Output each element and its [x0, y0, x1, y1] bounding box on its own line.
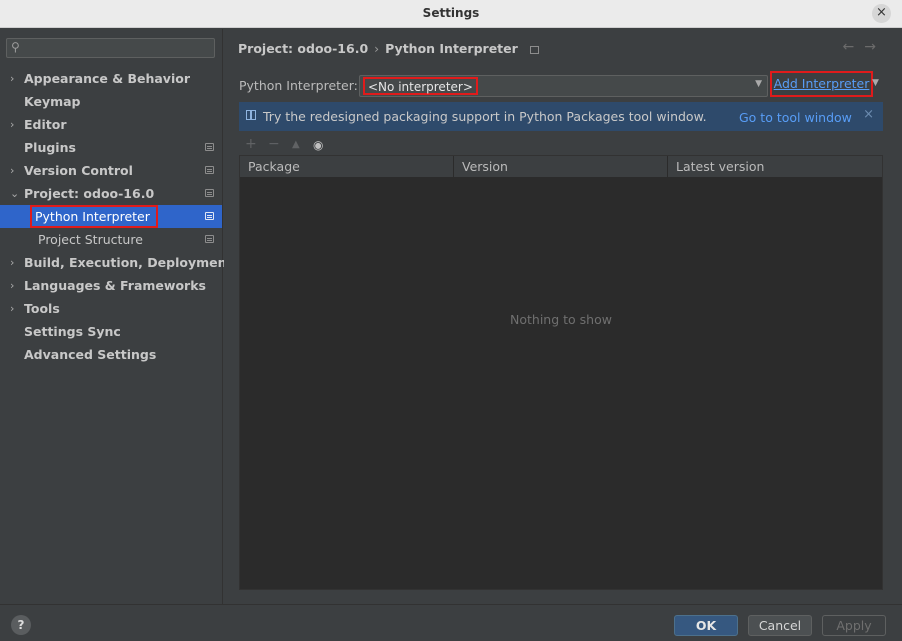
go-to-tool-window-link[interactable]: Go to tool window — [739, 110, 852, 125]
interpreter-label: Python Interpreter: — [239, 78, 358, 93]
chevron-down-icon[interactable]: ⌄ — [10, 182, 19, 205]
chevron-right-icon[interactable]: › — [10, 251, 14, 274]
project-level-settings-icon — [205, 212, 214, 220]
content-panel: Project: odoo-16.0 › Python Interpreter ←→… — [224, 29, 902, 604]
sidebar-item-keymap[interactable]: Keymap — [0, 90, 222, 113]
sidebar-item-editor[interactable]: › Editor — [0, 113, 222, 136]
sidebar-item-label: Version Control — [24, 163, 133, 178]
settings-sidebar: ⚲ › Appearance & Behavior Keymap › Editor Plu… — [0, 29, 232, 604]
sidebar-item-label: Keymap — [24, 94, 81, 109]
ok-button[interactable]: OK — [674, 615, 738, 636]
project-level-settings-icon — [205, 143, 214, 151]
gift-icon — [246, 110, 256, 120]
sidebar-item-version-control[interactable]: › Version Control — [0, 159, 222, 182]
column-latest-version[interactable]: Latest version — [668, 156, 882, 178]
settings-search[interactable]: ⚲ — [6, 38, 215, 58]
breadcrumb-separator: › — [374, 41, 380, 56]
sidebar-item-appearance-behavior[interactable]: › Appearance & Behavior — [0, 67, 222, 90]
sidebar-item-label: Project Structure — [38, 232, 143, 247]
sidebar-item-label: Python Interpreter — [30, 205, 158, 228]
add-interpreter-link[interactable]: Add Interpreter — [770, 71, 873, 97]
breadcrumb-page: Python Interpreter — [385, 41, 518, 56]
sidebar-item-plugins[interactable]: Plugins — [0, 136, 222, 159]
sidebar-item-label: Project: odoo-16.0 — [24, 186, 155, 201]
dialog-footer: ? OK Cancel Apply — [0, 604, 902, 641]
banner-close-icon[interactable]: × — [863, 107, 874, 122]
project-level-settings-icon — [205, 166, 214, 174]
cancel-button[interactable]: Cancel — [748, 615, 812, 636]
help-button[interactable]: ? — [11, 615, 31, 635]
sidebar-item-label: Advanced Settings — [24, 347, 157, 362]
nav-arrows: ←→ — [843, 39, 886, 55]
upgrade-package-icon[interactable]: ▲ — [292, 139, 300, 150]
interpreter-value: <No interpreter> — [363, 77, 478, 95]
chevron-right-icon[interactable]: › — [10, 67, 14, 90]
breadcrumb-project[interactable]: Project: odoo-16.0 — [238, 41, 368, 56]
empty-state-text: Nothing to show — [510, 312, 612, 327]
sidebar-item-label: Tools — [24, 301, 60, 316]
sidebar-item-project-structure[interactable]: Project Structure — [0, 228, 222, 251]
window-title: Settings — [422, 6, 480, 20]
project-settings-icon — [529, 46, 539, 54]
forward-arrow-icon[interactable]: → — [864, 39, 886, 55]
title-bar: Settings × — [0, 0, 902, 28]
banner-text: Try the redesigned packaging support in … — [263, 109, 707, 124]
sidebar-item-build-execution-deployment[interactable]: › Build, Execution, Deployment — [0, 251, 232, 274]
packaging-banner: Try the redesigned packaging support in … — [239, 102, 883, 131]
column-package[interactable]: Package — [240, 156, 454, 178]
chevron-right-icon[interactable]: › — [10, 113, 14, 136]
sidebar-item-settings-sync[interactable]: Settings Sync — [0, 320, 222, 343]
sidebar-item-project-odoo-16-0[interactable]: ⌄ Project: odoo-16.0 — [0, 182, 222, 205]
add-package-icon[interactable]: + — [245, 136, 257, 152]
sidebar-item-languages-frameworks[interactable]: › Languages & Frameworks — [0, 274, 222, 297]
add-interpreter-chevron-icon[interactable]: ▼ — [872, 78, 879, 88]
back-arrow-icon[interactable]: ← — [843, 39, 865, 55]
packages-table: Package Version Latest version Nothing t… — [239, 155, 883, 590]
close-icon[interactable]: × — [872, 4, 891, 23]
sidebar-item-label: Editor — [24, 117, 67, 132]
sidebar-item-python-interpreter[interactable]: Python Interpreter — [0, 205, 222, 228]
remove-package-icon[interactable]: − — [268, 136, 280, 152]
apply-button[interactable]: Apply — [822, 615, 886, 636]
sidebar-item-label: Languages & Frameworks — [24, 278, 206, 293]
search-icon: ⚲ — [11, 40, 20, 54]
sidebar-item-label: Settings Sync — [24, 324, 121, 339]
project-level-settings-icon — [205, 235, 214, 243]
interpreter-dropdown[interactable]: <No interpreter> ▼ — [359, 75, 768, 97]
search-input[interactable] — [29, 40, 209, 56]
chevron-right-icon[interactable]: › — [10, 159, 14, 182]
chevron-right-icon[interactable]: › — [10, 274, 14, 297]
column-version[interactable]: Version — [454, 156, 668, 178]
sidebar-item-advanced-settings[interactable]: Advanced Settings — [0, 343, 222, 366]
chevron-down-icon: ▼ — [755, 79, 762, 89]
chevron-right-icon[interactable]: › — [10, 297, 14, 320]
show-early-releases-icon[interactable]: ◉ — [313, 138, 323, 152]
sidebar-item-label: Appearance & Behavior — [24, 71, 190, 86]
settings-tree: › Appearance & Behavior Keymap › Editor Plugi… — [0, 67, 232, 366]
table-header: Package Version Latest version — [240, 156, 882, 178]
sidebar-item-label: Plugins — [24, 140, 76, 155]
packages-toolbar: + − ▲ ◉ — [239, 135, 883, 155]
sidebar-item-label: Build, Execution, Deployment — [24, 255, 233, 270]
sidebar-item-tools[interactable]: › Tools — [0, 297, 222, 320]
project-level-settings-icon — [205, 189, 214, 197]
breadcrumb: Project: odoo-16.0 › Python Interpreter — [238, 41, 539, 56]
